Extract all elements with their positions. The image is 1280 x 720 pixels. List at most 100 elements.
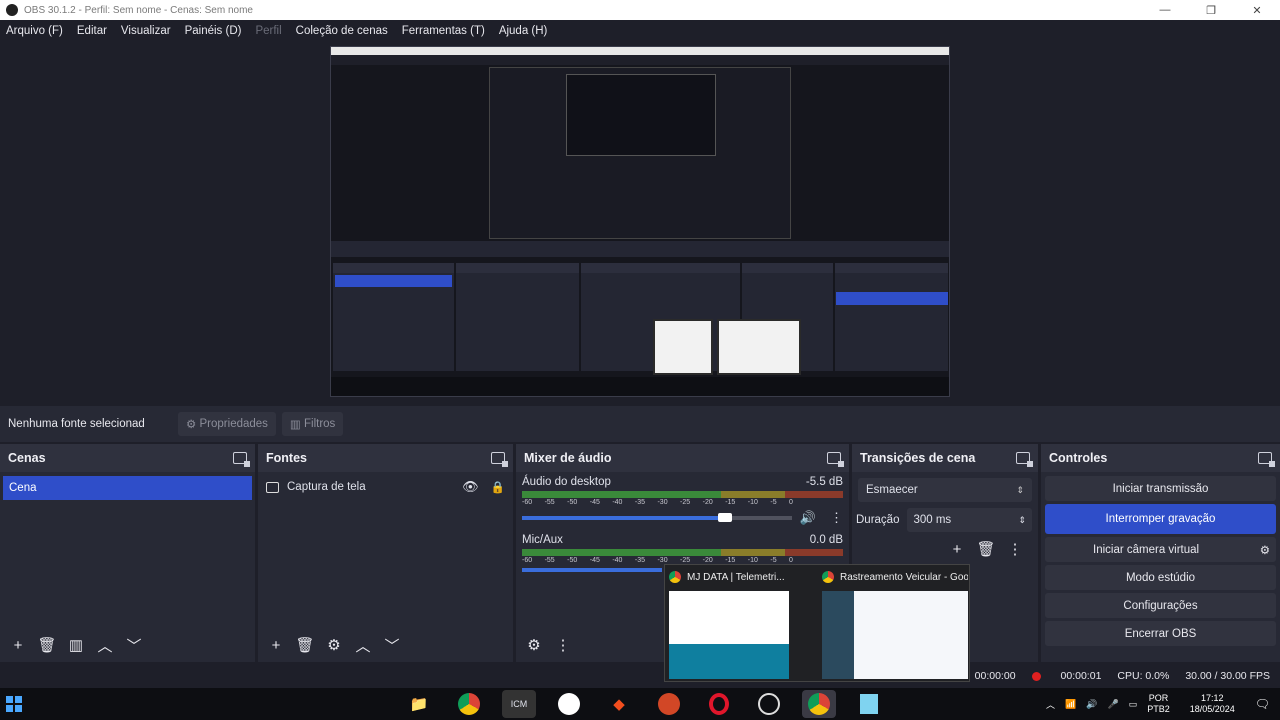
move-down-icon[interactable]: ﹀ (380, 634, 404, 656)
clock[interactable]: 17:12 18/05/2024 (1190, 693, 1245, 715)
gear-icon[interactable]: ⚙ (322, 634, 346, 656)
add-icon[interactable]: + (6, 634, 30, 656)
menu-scene-collection[interactable]: Coleção de cenas (296, 25, 388, 37)
exit-button[interactable]: Encerrar OBS (1045, 621, 1276, 646)
obs-icon[interactable] (752, 690, 786, 718)
stop-recording-button[interactable]: Interromper gravação (1045, 504, 1276, 534)
wifi-icon[interactable]: 📶 (1065, 699, 1076, 710)
thumb-title: MJ DATA | Telemetri... (687, 571, 785, 583)
gear-icon: ⚙ (186, 419, 200, 431)
trash-icon[interactable]: 🗑 (293, 634, 317, 656)
properties-label: Propriedades (199, 418, 268, 430)
minimize-button[interactable]: — (1142, 4, 1188, 17)
trash-icon[interactable]: 🗑 (974, 538, 998, 560)
preview-canvas[interactable] (330, 46, 950, 397)
transition-select[interactable]: Esmaecer ⇕ (858, 478, 1032, 502)
meter-ticks: -60 -55 -50 -45 -40 -35 -30 -25 -20 -15 -10 -5 0 (522, 557, 793, 564)
channel-db: 0.0 dB (809, 534, 843, 546)
stream-time: 00:00:00 (974, 670, 1016, 682)
app-icon[interactable]: ICM (502, 690, 536, 718)
menu-profile[interactable]: Perfil (255, 25, 281, 37)
menu-file[interactable]: Arquivo (F) (6, 25, 63, 37)
file-explorer-icon[interactable]: 📁 (402, 690, 436, 718)
powerpoint-icon[interactable] (652, 690, 686, 718)
undock-icon[interactable] (1016, 452, 1033, 467)
language-indicator[interactable]: POR PTB2 (1147, 693, 1180, 715)
notepad-icon[interactable] (852, 690, 886, 718)
more-icon[interactable]: ⋮ (551, 634, 575, 656)
sources-title: Fontes (266, 451, 307, 465)
rec-time-wrap: 00:00:01 (1031, 670, 1102, 682)
start-streaming-button[interactable]: Iniciar transmissão (1045, 476, 1276, 501)
chrome-active-icon[interactable] (802, 690, 836, 718)
volume-meter (522, 491, 843, 498)
channel-name: Áudio do desktop (522, 476, 611, 488)
obs-logo-icon (6, 4, 18, 16)
preview-area (0, 42, 1280, 406)
channel-name: Mic/Aux (522, 534, 563, 546)
undock-icon[interactable] (1258, 452, 1275, 467)
scene-item[interactable]: Cena (3, 476, 252, 500)
filters-button[interactable]: ▥ Filtros (281, 412, 344, 436)
close-button[interactable]: ✕ (1234, 4, 1280, 17)
menu-help[interactable]: Ajuda (H) (499, 25, 548, 37)
gear-icon[interactable]: ⚙ (1260, 543, 1270, 557)
chrome-icon (669, 571, 681, 583)
scene-filters-icon[interactable]: ▥ (64, 634, 88, 656)
menu-tools[interactable]: Ferramentas (T) (402, 25, 485, 37)
menu-docks[interactable]: Painéis (D) (185, 25, 242, 37)
windows-taskbar: 📁 ICM ◆ ︿ 📶 🔊 🎤 ▭ POR PTB2 17:12 18/05/202… (0, 688, 1280, 720)
title-bar: OBS 30.1.2 - Perfil: Sem nome - Cenas: S… (0, 0, 1280, 20)
move-up-icon[interactable]: ︿ (351, 634, 375, 656)
more-icon[interactable]: ⋮ (1003, 538, 1027, 560)
chevron-up-icon[interactable]: ︿ (1046, 698, 1055, 711)
move-up-icon[interactable]: ︿ (93, 634, 117, 656)
monitor-icon (266, 481, 279, 493)
chrome-window-thumb[interactable]: Rastreamento Veicular - Google... (818, 565, 968, 683)
advanced-audio-icon[interactable]: ⚙ (522, 634, 546, 656)
menu-edit[interactable]: Editar (77, 25, 107, 37)
chrome-window-thumb[interactable]: MJ DATA | Telemetri... (665, 565, 815, 683)
duration-input[interactable]: 300 ms ⇕ (907, 508, 1032, 532)
more-icon[interactable]: ⋮ (830, 510, 843, 526)
mic-icon[interactable]: 🎤 (1107, 699, 1118, 710)
undock-icon[interactable] (233, 452, 250, 467)
trash-icon[interactable]: 🗑 (35, 634, 59, 656)
opera-icon[interactable] (702, 690, 736, 718)
move-down-icon[interactable]: ﹀ (122, 634, 146, 656)
notification-icon[interactable]: 🗨 (1255, 697, 1270, 711)
mongodb-compass-icon[interactable] (552, 690, 586, 718)
volume-slider[interactable] (522, 568, 662, 572)
window-thumbnail (669, 591, 789, 679)
chrome-icon[interactable] (452, 690, 486, 718)
settings-button[interactable]: Configurações (1045, 593, 1276, 618)
spin-icon[interactable]: ⇕ (1018, 515, 1026, 526)
nested-preview (489, 67, 791, 239)
transitions-title: Transições de cena (860, 451, 976, 465)
eye-icon[interactable]: 👁 (462, 479, 479, 495)
menu-view[interactable]: Visualizar (121, 25, 171, 37)
properties-button[interactable]: ⚙ Propriedades (178, 412, 276, 436)
speaker-icon[interactable]: 🔊 (1086, 699, 1097, 710)
rec-time: 00:00:01 (1060, 670, 1102, 682)
lock-icon[interactable]: 🔒 (491, 480, 505, 494)
undock-icon[interactable] (491, 452, 508, 467)
figma-icon[interactable]: ◆ (602, 690, 636, 718)
no-source-label: Nenhuma fonte selecionad (8, 418, 145, 430)
source-item[interactable]: Captura de tela 👁 🔒 (266, 478, 505, 496)
speaker-icon[interactable]: 🔊 (800, 510, 816, 526)
battery-icon[interactable]: ▭ (1129, 699, 1138, 710)
window-thumbnail (822, 591, 968, 679)
source-toolbar: Nenhuma fonte selecionad ⚙ Propriedades … (0, 406, 1280, 442)
recording-icon (1031, 671, 1041, 681)
add-icon[interactable]: + (945, 538, 969, 560)
add-icon[interactable]: + (264, 634, 288, 656)
studio-mode-button[interactable]: Modo estúdio (1045, 565, 1276, 590)
fps-readout: 30.00 / 30.00 FPS (1185, 670, 1270, 682)
start-virtual-camera-button[interactable]: Iniciar câmera virtual ⚙ (1045, 537, 1276, 562)
duration-row: Duração 300 ms ⇕ (856, 508, 1032, 532)
maximize-button[interactable]: ❐ (1188, 4, 1234, 17)
volume-slider[interactable] (522, 513, 733, 522)
undock-icon[interactable] (827, 452, 844, 467)
windows-start-icon[interactable] (6, 696, 22, 712)
